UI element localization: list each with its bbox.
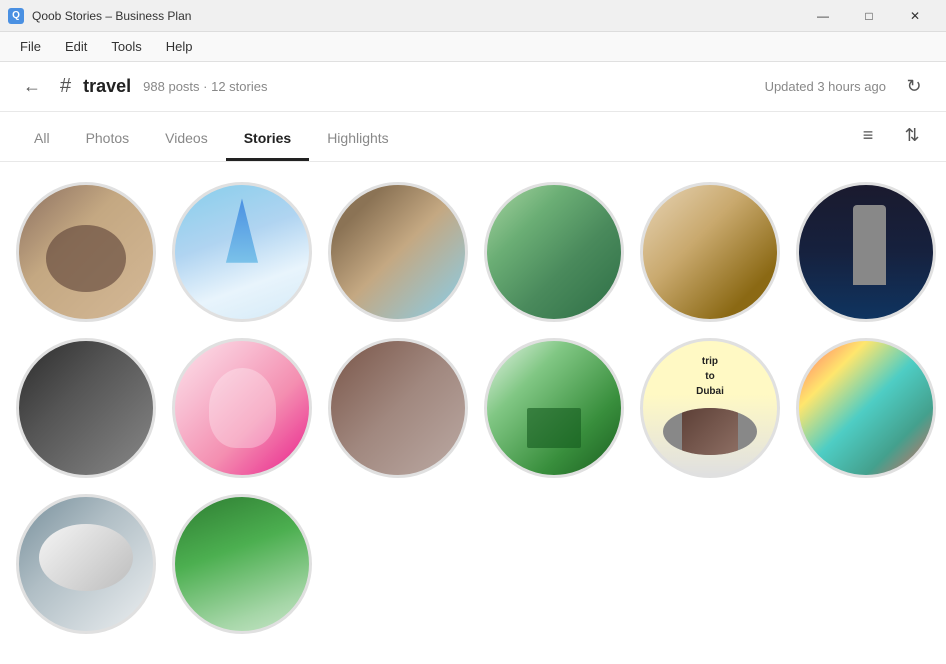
story-item[interactable]: [16, 338, 156, 478]
story-item[interactable]: [328, 182, 468, 322]
story-circle: [484, 182, 624, 322]
window-controls: — □ ✕: [800, 0, 938, 32]
filter-button[interactable]: ⇅: [894, 117, 930, 153]
story-circle: [484, 338, 624, 478]
sort-icon: ≡: [863, 125, 874, 146]
maximize-button[interactable]: □: [846, 0, 892, 32]
menu-tools[interactable]: Tools: [99, 35, 153, 58]
tab-videos[interactable]: Videos: [147, 118, 226, 161]
story-item[interactable]: [172, 494, 312, 634]
window-title: Qoob Stories – Business Plan: [32, 9, 191, 23]
story-circle: [16, 182, 156, 322]
tabs-left: All Photos Videos Stories Highlights: [16, 118, 407, 161]
back-button[interactable]: ←: [16, 71, 48, 103]
menu-file[interactable]: File: [8, 35, 53, 58]
filter-icon: ⇅: [904, 125, 919, 146]
title-bar: Q Qoob Stories – Business Plan — □ ✕: [0, 0, 946, 32]
tab-photos[interactable]: Photos: [68, 118, 148, 161]
title-bar-left: Q Qoob Stories – Business Plan: [8, 8, 191, 24]
menu-edit[interactable]: Edit: [53, 35, 99, 58]
story-item[interactable]: [172, 182, 312, 322]
sort-button[interactable]: ≡: [850, 117, 886, 153]
story-circle: [328, 338, 468, 478]
story-item[interactable]: [640, 182, 780, 322]
story-item[interactable]: triptoDubai: [640, 338, 780, 478]
story-circle: [172, 494, 312, 634]
story-circle: [796, 182, 936, 322]
tabs-bar: All Photos Videos Stories Highlights ≡ ⇅: [0, 112, 946, 162]
close-button[interactable]: ✕: [892, 0, 938, 32]
menu-help[interactable]: Help: [154, 35, 205, 58]
tab-stories[interactable]: Stories: [226, 118, 309, 161]
story-item[interactable]: [16, 182, 156, 322]
tab-all[interactable]: All: [16, 118, 68, 161]
hashtag-label: travel: [83, 76, 131, 97]
minimize-button[interactable]: —: [800, 0, 846, 32]
hash-symbol: #: [60, 75, 71, 98]
nav-right: Updated 3 hours ago ↻: [765, 71, 930, 103]
story-circle: [172, 338, 312, 478]
story-item[interactable]: [796, 182, 936, 322]
story-item[interactable]: [16, 494, 156, 634]
story-circle: triptoDubai: [640, 338, 780, 478]
nav-bar: ← # travel 988 posts · 12 stories Update…: [0, 62, 946, 112]
menu-bar: File Edit Tools Help: [0, 32, 946, 62]
story-item[interactable]: [796, 338, 936, 478]
story-circle: [328, 182, 468, 322]
tab-highlights[interactable]: Highlights: [309, 118, 406, 161]
updated-label: Updated 3 hours ago: [765, 79, 886, 94]
refresh-button[interactable]: ↻: [898, 71, 930, 103]
nav-left: ← # travel 988 posts · 12 stories: [16, 71, 267, 103]
story-circle: [172, 182, 312, 322]
story-item[interactable]: [484, 338, 624, 478]
stories-grid: triptoDubai: [16, 182, 930, 634]
story-circle: [796, 338, 936, 478]
story-circle: [16, 494, 156, 634]
story-circle: [640, 182, 780, 322]
tabs-right: ≡ ⇅: [850, 117, 930, 161]
story-item[interactable]: [172, 338, 312, 478]
story-item[interactable]: [484, 182, 624, 322]
story-item[interactable]: [328, 338, 468, 478]
post-meta: 988 posts · 12 stories: [143, 79, 267, 94]
content-area: triptoDubai: [0, 162, 946, 664]
app-icon: Q: [8, 8, 24, 24]
story-circle: [16, 338, 156, 478]
